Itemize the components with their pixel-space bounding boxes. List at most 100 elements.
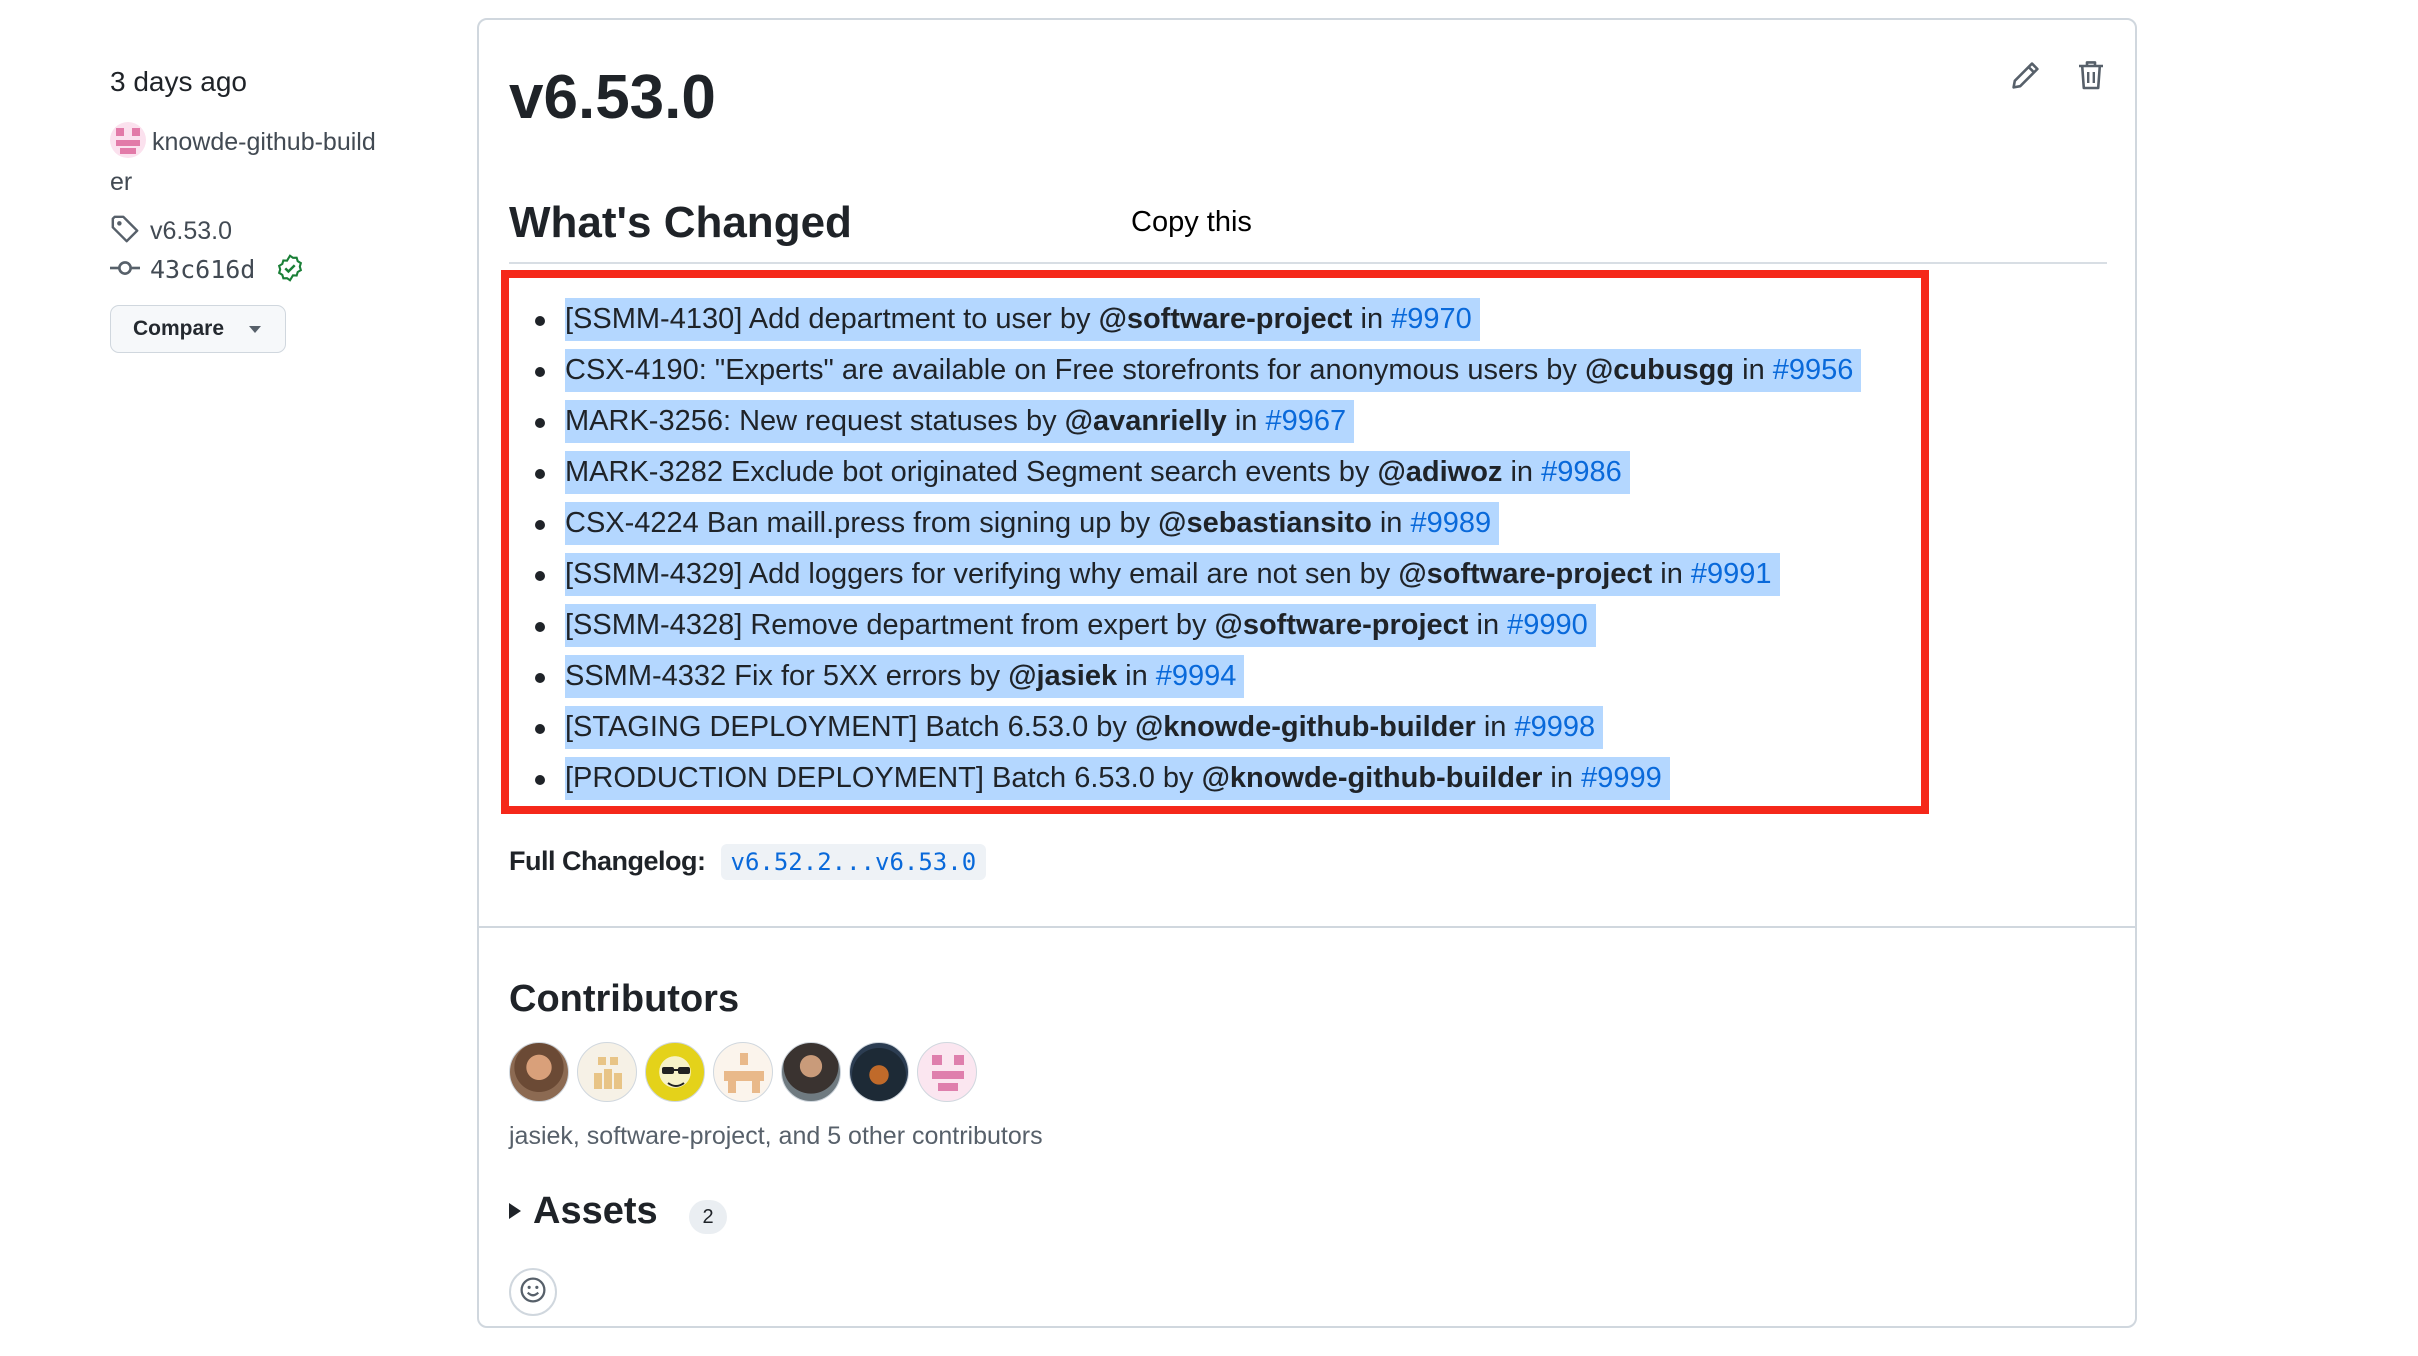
change-author-link[interactable]: @avanrielly (1065, 405, 1227, 437)
release-tag[interactable]: v6.53.0 (110, 214, 232, 251)
author-name-line1[interactable]: knowde-github-build (152, 128, 376, 156)
release-timestamp[interactable]: 3 days ago (110, 66, 247, 98)
change-text: SSMM-4332 Fix for 5XX errors by @jasiek … (565, 655, 1245, 698)
change-pr-link[interactable]: #9998 (1514, 711, 1595, 743)
change-author-link[interactable]: @jasiek (1008, 660, 1117, 692)
bullet (535, 520, 545, 530)
chevron-down-icon (249, 326, 261, 333)
change-author-link[interactable]: @sebastiansito (1158, 507, 1372, 539)
change-author-link[interactable]: @knowde-github-builder (1135, 711, 1476, 743)
bullet (535, 724, 545, 734)
change-description: SSMM-4332 Fix for 5XX errors by (565, 660, 1009, 692)
change-in: in (1371, 507, 1411, 539)
bullet (535, 673, 545, 683)
change-pr-link[interactable]: #9994 (1156, 660, 1237, 692)
heading-divider (509, 262, 2107, 264)
copy-annotation: Copy this (1131, 206, 1252, 238)
contributors-heading: Contributors (509, 978, 740, 1020)
tag-label[interactable]: v6.53.0 (150, 217, 232, 245)
full-changelog-label: Full Changelog: (509, 846, 706, 876)
author-avatar[interactable] (110, 122, 146, 158)
compare-label: Compare (133, 317, 225, 340)
change-text: [SSMM-4329] Add loggers for verifying wh… (565, 553, 1780, 596)
contributor-avatar[interactable] (849, 1042, 909, 1102)
change-in: in (1542, 762, 1582, 794)
change-pr-link[interactable]: #9990 (1507, 609, 1588, 641)
change-pr-link[interactable]: #9956 (1773, 354, 1854, 386)
trash-icon[interactable] (2075, 58, 2107, 97)
contributor-avatar[interactable] (781, 1042, 841, 1102)
bullet (535, 469, 545, 479)
change-text: [SSMM-4328] Remove department from exper… (565, 604, 1596, 647)
change-in: in (1226, 405, 1266, 437)
full-changelog-link[interactable]: v6.52.2...v6.53.0 (720, 844, 987, 880)
compare-button[interactable]: Compare (110, 305, 286, 353)
change-text: MARK-3282 Exclude bot originated Segment… (565, 451, 1630, 494)
change-pr-link[interactable]: #9999 (1581, 762, 1662, 794)
change-author-link[interactable]: @software-project (1398, 558, 1652, 590)
bullet (535, 622, 545, 632)
change-text: CSX-4190: "Experts" are available on Fre… (565, 349, 1862, 392)
release-commit[interactable]: 43c616d (110, 253, 314, 289)
bullet (535, 571, 545, 581)
change-in: in (1352, 303, 1392, 335)
change-text: MARK-3256: New request statuses by @avan… (565, 400, 1355, 443)
change-in: in (1468, 609, 1508, 641)
change-author-link[interactable]: @software-project (1099, 303, 1353, 335)
contributor-avatar[interactable] (713, 1042, 773, 1102)
change-pr-link[interactable]: #9991 (1691, 558, 1772, 590)
commit-icon (110, 253, 140, 289)
change-text: [PRODUCTION DEPLOYMENT] Batch 6.53.0 by … (565, 757, 1670, 800)
change-description: [STAGING DEPLOYMENT] Batch 6.53.0 by (565, 711, 1135, 743)
change-author-link[interactable]: @software-project (1215, 609, 1469, 641)
change-description: [SSMM-4328] Remove department from exper… (565, 609, 1215, 641)
change-in: in (1475, 711, 1515, 743)
bullet (535, 316, 545, 326)
bullet (535, 418, 545, 428)
change-in: in (1652, 558, 1691, 590)
add-reaction-button[interactable] (509, 1268, 557, 1316)
assets-count-badge: 2 (689, 1200, 727, 1234)
change-description: [PRODUCTION DEPLOYMENT] Batch 6.53.0 by (565, 762, 1202, 794)
pencil-icon[interactable] (2009, 60, 2041, 97)
full-changelog: Full Changelog: v6.52.2...v6.53.0 (509, 844, 987, 880)
contributor-avatar[interactable] (645, 1042, 705, 1102)
change-pr-link[interactable]: #9970 (1391, 303, 1472, 335)
release-title[interactable]: v6.53.0 (509, 62, 716, 133)
change-in: in (1117, 660, 1156, 692)
assets-heading: Assets (533, 1190, 658, 1232)
smiley-icon (519, 1276, 547, 1309)
change-description: [SSMM-4130] Add department to user by (565, 303, 1099, 335)
contributor-avatar[interactable] (509, 1042, 569, 1102)
change-description: MARK-3282 Exclude bot originated Segment… (565, 456, 1378, 488)
release-author[interactable]: knowde-github-build er (110, 122, 410, 202)
change-in: in (1502, 456, 1542, 488)
bullet (535, 367, 545, 377)
contributors-summary[interactable]: jasiek, software-project, and 5 other co… (509, 1122, 1043, 1151)
contributor-avatar[interactable] (917, 1042, 977, 1102)
change-pr-link[interactable]: #9989 (1410, 507, 1491, 539)
change-text: CSX-4224 Ban maill.press from signing up… (565, 502, 1500, 545)
change-pr-link[interactable]: #9967 (1265, 405, 1346, 437)
change-text: [SSMM-4130] Add department to user by @s… (565, 298, 1480, 341)
change-author-link[interactable]: @knowde-github-builder (1202, 762, 1543, 794)
change-description: MARK-3256: New request statuses by (565, 405, 1065, 437)
change-text: [STAGING DEPLOYMENT] Batch 6.53.0 by @kn… (565, 706, 1604, 749)
assets-toggle[interactable]: Assets (509, 1190, 658, 1233)
change-author-link[interactable]: @cubusgg (1585, 354, 1734, 386)
verified-icon[interactable] (276, 254, 304, 288)
triangle-right-icon (509, 1203, 521, 1219)
release-card: v6.53.0 What's Changed Copy this [SSMM-4… (477, 18, 2137, 1328)
change-description: CSX-4224 Ban maill.press from signing up… (565, 507, 1159, 539)
change-in: in (1734, 354, 1773, 386)
author-name-line2[interactable]: er (110, 168, 132, 196)
whats-changed-heading: What's Changed (509, 198, 852, 247)
section-divider (479, 926, 2135, 928)
change-pr-link[interactable]: #9986 (1541, 456, 1622, 488)
bullet (535, 775, 545, 785)
change-author-link[interactable]: @adiwoz (1377, 456, 1502, 488)
contributor-avatar[interactable] (577, 1042, 637, 1102)
tag-icon (110, 214, 140, 251)
change-description: CSX-4190: "Experts" are available on Fre… (565, 354, 1585, 386)
commit-sha[interactable]: 43c616d (150, 255, 255, 284)
